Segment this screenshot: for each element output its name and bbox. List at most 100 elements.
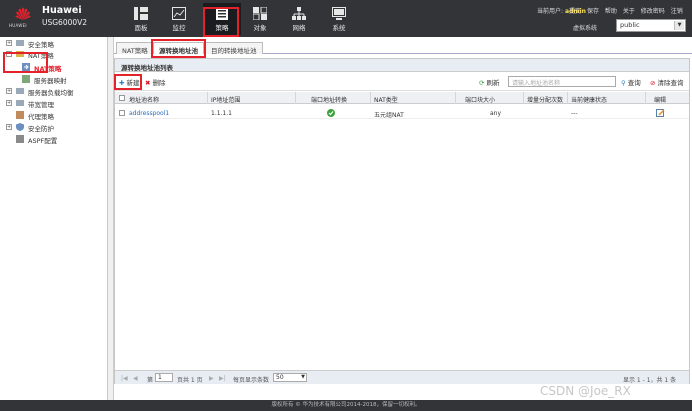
- device-model: USG6000V2: [42, 18, 88, 27]
- column-port-block-size[interactable]: 端口块大小: [465, 95, 495, 104]
- shield-icon: [16, 123, 24, 131]
- query-label: 查询: [627, 79, 641, 87]
- nav-system[interactable]: 系统: [320, 3, 358, 35]
- column-ip-range[interactable]: IP地址范围: [211, 95, 240, 104]
- query-button[interactable]: ⚲ 查询: [621, 77, 641, 87]
- search-placeholder: 请输入地址池名称: [512, 80, 561, 87]
- chevron-down-icon: ▼: [674, 21, 684, 30]
- check-circle-icon: [327, 109, 335, 117]
- next-page-icon[interactable]: ▶: [209, 375, 214, 382]
- nav-dashboard[interactable]: 面板: [122, 3, 160, 35]
- first-page-icon[interactable]: |◀: [121, 375, 128, 382]
- new-button-highlight: [114, 74, 142, 90]
- row-checkbox[interactable]: [119, 110, 125, 116]
- table-row[interactable]: addresspool1 1.1.1.1 五元组NAT any ---: [115, 107, 689, 119]
- edit-icon[interactable]: [656, 109, 665, 117]
- sidebar-item-label: 服务器映射: [34, 77, 67, 85]
- nav-object[interactable]: 对象: [241, 3, 279, 35]
- clear-label: 清除查询: [657, 79, 684, 87]
- column-edit[interactable]: 编辑: [654, 95, 666, 104]
- column-health-status[interactable]: 当前健康状态: [571, 95, 607, 104]
- vsys-select[interactable]: public ▼: [616, 19, 686, 32]
- sidebar-item-bandwidth-management[interactable]: + 带宽管理: [0, 98, 100, 109]
- address-pool-panel: 源转换地址池列表 ✚ 新建 ✖ 删除 ⟳ 刷新 请输入地址池名称 ⚲ 查询 ⊘ 清除查询 …: [114, 58, 690, 384]
- monitor-icon: [172, 7, 186, 20]
- clear-query-button[interactable]: ⊘ 清除查询: [650, 77, 683, 87]
- sidebar-nat-highlight: [3, 52, 48, 73]
- tab-nat-policy[interactable]: NAT策略: [116, 42, 154, 55]
- pagination-bar: |◀ ◀ 第 1 页共 1 页 ▶ ▶| 每页显示条数 50 ▼ 显示 1 - 1…: [115, 370, 689, 384]
- column-nat-type[interactable]: NAT类型: [374, 95, 398, 104]
- page-label: 第: [147, 377, 154, 384]
- ip-range-cell: 1.1.1.1: [211, 110, 232, 117]
- sidebar-item-aspf-config[interactable]: ASPF配置: [0, 134, 100, 145]
- panel-title: 源转换地址池列表: [115, 59, 689, 72]
- column-incremental-allocation[interactable]: 增量分配次数: [527, 95, 563, 104]
- clear-icon: ⊘: [650, 79, 656, 87]
- chevron-down-icon: ▼: [301, 374, 305, 380]
- sidebar-item-label: 安全策略: [28, 41, 54, 49]
- expand-icon[interactable]: +: [6, 100, 12, 106]
- logout-link[interactable]: 注销: [671, 8, 683, 15]
- bandwidth-icon: [16, 100, 24, 106]
- huawei-logo-icon: [15, 7, 31, 20]
- vsys-label: 虚拟系统: [573, 25, 598, 32]
- refresh-button[interactable]: ⟳ 刷新: [479, 77, 499, 87]
- server-mapping-icon: [22, 75, 30, 83]
- column-pool-name[interactable]: 地址池名称: [129, 95, 159, 104]
- prev-page-icon[interactable]: ◀: [133, 375, 138, 382]
- health-status-cell: ---: [571, 110, 578, 117]
- sidebar-item-label: ASPF配置: [28, 137, 58, 145]
- nav-policy-highlight: [203, 7, 239, 37]
- logo-text: HUAWEI: [9, 23, 27, 28]
- sidebar-item-proxy-policy[interactable]: 代理策略: [0, 110, 100, 121]
- page-total-label: 页共 1 页: [177, 377, 203, 384]
- column-divider: [455, 92, 456, 104]
- nav-network[interactable]: 网络: [280, 3, 318, 35]
- sidebar: + 安全策略 - NAT策略 NAT策略 服务器映射 + 服务器负载均衡 + 带…: [0, 37, 108, 400]
- help-link[interactable]: 帮助: [605, 8, 617, 15]
- refresh-label: 刷新: [486, 79, 500, 87]
- column-divider: [295, 92, 296, 104]
- system-icon: [332, 7, 346, 20]
- column-pat[interactable]: 端口地址转换: [311, 95, 347, 104]
- page-number-input[interactable]: 1: [155, 373, 173, 382]
- sidebar-item-label: 代理策略: [28, 113, 54, 121]
- column-divider: [523, 92, 524, 104]
- pool-name-search-input[interactable]: 请输入地址池名称: [508, 76, 616, 87]
- sidebar-item-label: 服务器负载均衡: [28, 89, 74, 97]
- change-password-link[interactable]: 修改密码: [641, 8, 665, 15]
- tab-destination-nat-pool[interactable]: 目的转换地址池: [205, 42, 263, 55]
- nat-type-cell: 五元组NAT: [374, 112, 404, 119]
- commit-link[interactable]: 提交: [569, 8, 581, 15]
- expand-icon[interactable]: +: [6, 124, 12, 130]
- folder-icon: [16, 40, 24, 46]
- per-page-value: 50: [276, 374, 284, 381]
- save-link[interactable]: 保存: [587, 8, 599, 15]
- delete-icon: ✖: [145, 79, 151, 87]
- per-page-label: 每页显示条数: [233, 377, 270, 384]
- brand-block: Huawei USG6000V2: [42, 5, 87, 27]
- about-link[interactable]: 关于: [623, 8, 635, 15]
- nav-monitor[interactable]: 监控: [160, 3, 198, 35]
- column-divider: [645, 92, 646, 104]
- per-page-select[interactable]: 50 ▼: [273, 373, 307, 382]
- delete-button[interactable]: ✖ 删除: [145, 77, 165, 87]
- vsys-value: public: [620, 21, 640, 29]
- expand-icon[interactable]: +: [6, 40, 12, 46]
- sidebar-item-server-load-balancing[interactable]: + 服务器负载均衡: [0, 86, 104, 97]
- huawei-logo: HUAWEI: [8, 6, 38, 32]
- tab-source-nat-highlight: [151, 39, 206, 58]
- sidebar-item-security-protection[interactable]: + 安全防护: [0, 122, 100, 133]
- select-all-checkbox[interactable]: [119, 95, 125, 101]
- watermark: CSDN @Joe_RX: [540, 384, 631, 398]
- sidebar-item-server-mapping[interactable]: 服务器映射: [0, 74, 100, 85]
- pagination-summary: 显示 1 - 1，共 1 条: [623, 377, 677, 384]
- pool-name-link[interactable]: addresspool1: [129, 110, 169, 117]
- last-page-icon[interactable]: ▶|: [219, 375, 226, 382]
- network-icon: [292, 7, 306, 20]
- expand-icon[interactable]: +: [6, 88, 12, 94]
- user-label: 当前用户:: [537, 8, 564, 15]
- search-icon: ⚲: [621, 79, 626, 87]
- sidebar-item-security-policy[interactable]: + 安全策略: [0, 38, 100, 49]
